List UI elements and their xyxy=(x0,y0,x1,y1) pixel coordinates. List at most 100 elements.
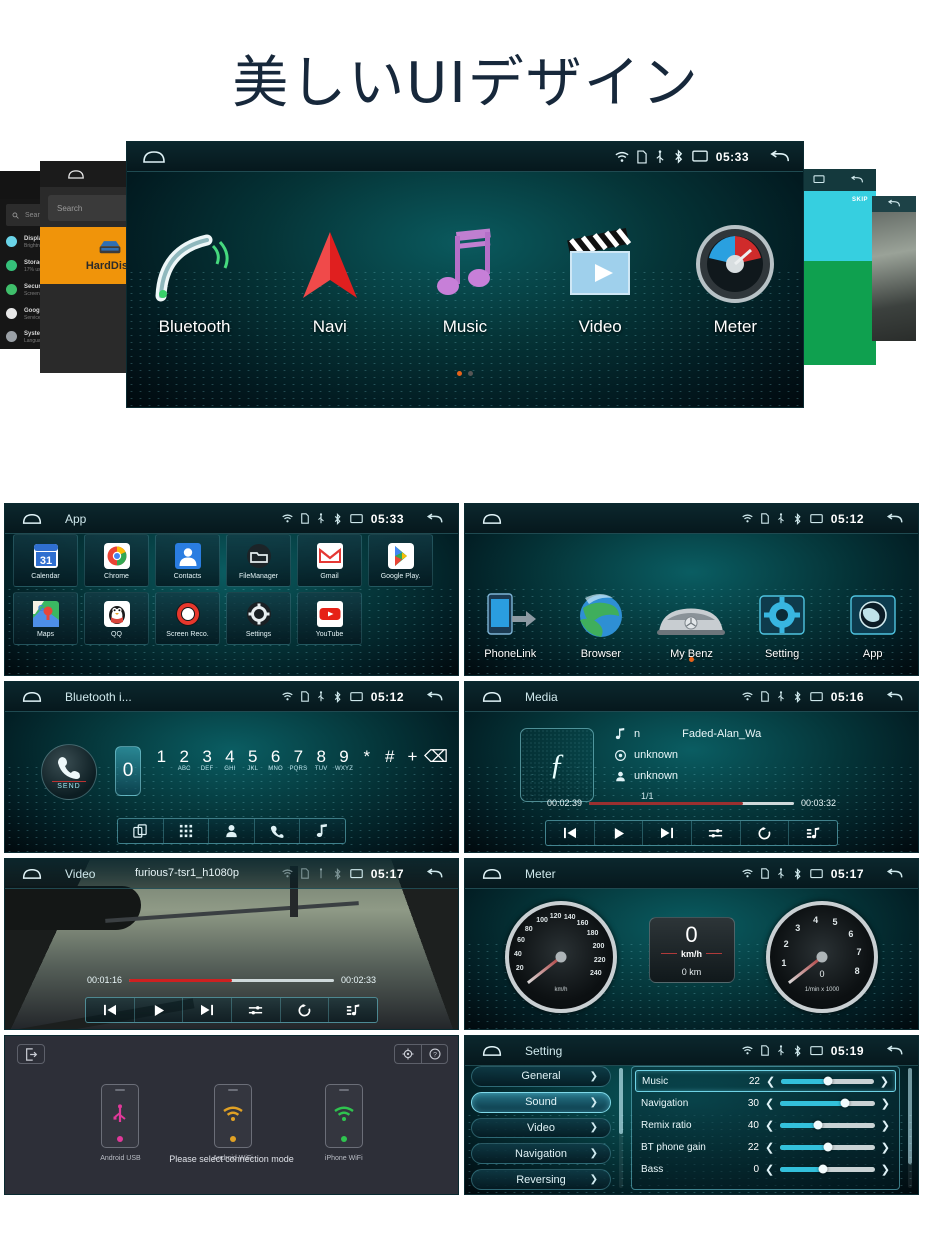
home-button[interactable] xyxy=(465,1045,519,1056)
home-button[interactable] xyxy=(5,868,59,879)
video-progress-bar[interactable] xyxy=(129,978,334,982)
playmode-button[interactable] xyxy=(232,998,281,1022)
hero-app-navi[interactable]: Navi xyxy=(275,212,385,337)
dial-key-backspace[interactable]: ⌫ xyxy=(424,748,448,772)
connect-mode-android-wifi[interactable]: Android WiFi xyxy=(213,1084,253,1162)
back-button[interactable] xyxy=(872,868,918,880)
chevron-right-icon[interactable]: ❯ xyxy=(881,1141,890,1154)
setting-row-slider[interactable] xyxy=(780,1142,875,1152)
playlist-button[interactable] xyxy=(789,821,837,845)
hero-app-bluetooth[interactable]: Bluetooth xyxy=(140,212,250,337)
connect-mode-android-usb[interactable]: Android USB xyxy=(100,1084,141,1162)
next-button[interactable] xyxy=(643,821,693,845)
next-button[interactable] xyxy=(183,998,233,1022)
media-timeline[interactable]: 00:02:39 00:03:32 xyxy=(547,798,836,808)
dial-key-9[interactable]: 9 WXYZ xyxy=(333,748,356,772)
setting-row-slider[interactable] xyxy=(781,1076,874,1086)
bt-tab-calllog[interactable] xyxy=(255,819,301,843)
app-tile-gmail[interactable]: Gmail xyxy=(297,534,362,587)
app-tile-google-play[interactable]: Google Play. xyxy=(368,534,433,587)
home2-app-setting[interactable]: Setting xyxy=(740,576,824,660)
setting-row-bt-phone-gain[interactable]: BT phone gain 22 ❮ ❯ xyxy=(635,1136,896,1158)
setting-row-music[interactable]: Music 22 ❮ ❯ xyxy=(635,1070,896,1092)
hero-app-meter[interactable]: Meter xyxy=(680,212,790,337)
back-button[interactable] xyxy=(872,513,918,525)
play-button[interactable] xyxy=(135,998,184,1022)
help-button[interactable]: ? xyxy=(421,1044,448,1064)
bt-tab-music[interactable] xyxy=(300,819,345,843)
setting-list-scrollbar[interactable] xyxy=(908,1068,912,1188)
setting-menu-reversing[interactable]: Reversing ❯ xyxy=(471,1169,611,1190)
repeat-button[interactable] xyxy=(741,821,790,845)
app-tile-contacts[interactable]: Contacts xyxy=(155,534,220,587)
dial-key-star[interactable]: * xyxy=(355,748,378,772)
connect-mode-iphone-wifi[interactable]: iPhone WiFi xyxy=(324,1084,363,1162)
dial-key-2[interactable]: 2 ABC xyxy=(173,748,196,772)
home-button[interactable] xyxy=(465,513,519,524)
setting-menu-general[interactable]: General ❯ xyxy=(471,1066,611,1087)
app-tile-calendar[interactable]: 31 Calendar xyxy=(13,534,78,587)
hero-app-video[interactable]: Video xyxy=(545,212,655,337)
repeat-button[interactable] xyxy=(281,998,330,1022)
dial-key-4[interactable]: 4 GHI xyxy=(218,748,241,772)
home2-app-app[interactable]: App xyxy=(831,576,915,660)
chevron-right-icon[interactable]: ❯ xyxy=(881,1163,890,1176)
home-button[interactable] xyxy=(465,691,519,702)
dial-key-plus[interactable]: + xyxy=(401,748,424,772)
app-tile-chrome[interactable]: Chrome xyxy=(84,534,149,587)
dial-key-hash[interactable]: # xyxy=(378,748,401,772)
app-tile-youtube[interactable]: YouTube xyxy=(297,592,362,645)
media-progress-bar[interactable] xyxy=(589,801,794,805)
page-dot[interactable] xyxy=(689,657,694,662)
back-button[interactable] xyxy=(412,868,458,880)
bt-tab-keypad[interactable] xyxy=(164,819,210,843)
dial-key-7[interactable]: 7 PQRS xyxy=(287,748,310,772)
hero-back-button[interactable] xyxy=(757,149,803,164)
chevron-right-icon[interactable]: ❯ xyxy=(881,1097,890,1110)
chevron-right-icon[interactable]: ❯ xyxy=(880,1075,889,1088)
playlist-button[interactable] xyxy=(329,998,377,1022)
setting-row-bass[interactable]: Bass 0 ❮ ❯ xyxy=(635,1158,896,1180)
back-button[interactable] xyxy=(872,691,918,703)
dial-key-5[interactable]: 5 JKL xyxy=(241,748,264,772)
home2-app-browser[interactable]: Browser xyxy=(559,576,643,660)
home-button[interactable] xyxy=(5,691,59,702)
bg-right-skip-label[interactable]: SKIP xyxy=(852,197,868,203)
chevron-left-icon[interactable]: ❮ xyxy=(765,1097,774,1110)
hero-home-button[interactable] xyxy=(127,150,181,163)
chevron-left-icon[interactable]: ❮ xyxy=(766,1075,775,1088)
exit-button[interactable] xyxy=(17,1044,45,1064)
setting-row-slider[interactable] xyxy=(780,1120,875,1130)
chevron-left-icon[interactable]: ❮ xyxy=(765,1119,774,1132)
dial-display[interactable]: 0 xyxy=(115,746,141,796)
send-call-button[interactable]: SEND xyxy=(41,744,97,800)
video-timeline[interactable]: 00:01:16 00:02:33 xyxy=(87,975,376,985)
chevron-left-icon[interactable]: ❮ xyxy=(765,1141,774,1154)
hero-app-music[interactable]: Music xyxy=(410,212,520,337)
setting-menu-navigation[interactable]: Navigation ❯ xyxy=(471,1143,611,1165)
app-tile-filemanager[interactable]: FileManager xyxy=(226,534,291,587)
dial-key-8[interactable]: 8 TUV xyxy=(310,748,333,772)
back-button[interactable] xyxy=(872,1045,918,1057)
dial-key-1[interactable]: 1 xyxy=(150,748,173,772)
chevron-left-icon[interactable]: ❮ xyxy=(765,1163,774,1176)
app-tile-maps[interactable]: G Maps xyxy=(13,592,78,645)
setting-row-slider[interactable] xyxy=(780,1098,875,1108)
prev-button[interactable] xyxy=(86,998,135,1022)
home2-page-indicator[interactable] xyxy=(465,649,918,667)
home-button[interactable] xyxy=(5,513,59,524)
home2-app-phonelink[interactable]: PhoneLink xyxy=(468,576,552,660)
setting-row-slider[interactable] xyxy=(780,1164,875,1174)
back-button[interactable] xyxy=(412,691,458,703)
setting-row-navigation[interactable]: Navigation 30 ❮ ❯ xyxy=(635,1092,896,1114)
dial-key-6[interactable]: 6 MNO xyxy=(264,748,287,772)
bt-tab-device[interactable] xyxy=(118,819,164,843)
app-tile-settings[interactable]: Settings xyxy=(226,592,291,645)
play-button[interactable] xyxy=(595,821,644,845)
back-button[interactable] xyxy=(412,513,458,525)
home2-app-mybenz[interactable]: My Benz xyxy=(649,576,733,660)
bt-tab-contacts[interactable] xyxy=(209,819,255,843)
dial-key-3[interactable]: 3 DEF xyxy=(196,748,219,772)
page-dot[interactable] xyxy=(457,371,462,376)
home-button[interactable] xyxy=(465,868,519,879)
